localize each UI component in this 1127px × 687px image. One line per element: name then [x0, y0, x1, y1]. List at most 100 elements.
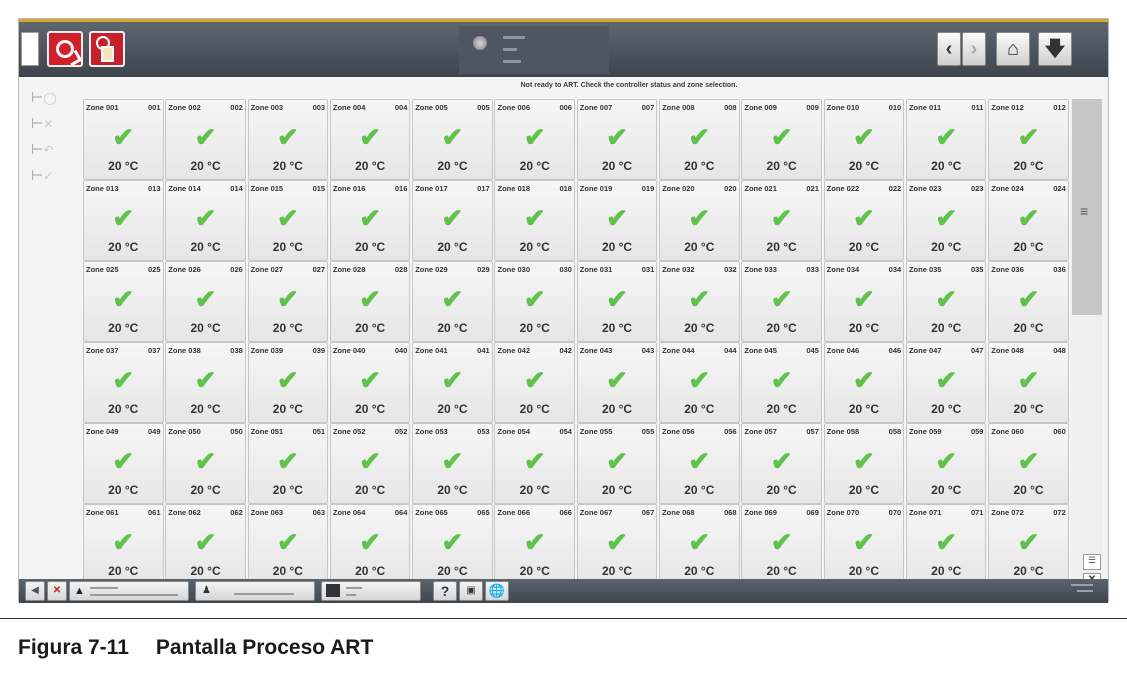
- zone-tile[interactable]: Zone 042 042 ✔ 20 °C: [494, 342, 575, 423]
- vertical-scrollbar[interactable]: ≡: [1071, 99, 1103, 589]
- back-button[interactable]: ‹: [937, 32, 961, 66]
- zone-tile[interactable]: Zone 002 002 ✔ 20 °C: [165, 99, 246, 180]
- zone-tile[interactable]: Zone 054 054 ✔ 20 °C: [494, 423, 575, 504]
- zone-tile[interactable]: Zone 028 028 ✔ 20 °C: [329, 261, 411, 342]
- zone-tile[interactable]: Zone 059 059 ✔ 20 °C: [905, 423, 987, 504]
- user-panel[interactable]: ♟: [195, 581, 315, 601]
- zone-tile[interactable]: Zone 037 037 ✔ 20 °C: [83, 342, 164, 423]
- zone-tile[interactable]: Zone 009 009 ✔ 20 °C: [741, 99, 822, 180]
- zone-tile[interactable]: Zone 023 023 ✔ 20 °C: [905, 180, 987, 261]
- zone-tile[interactable]: Zone 030 030 ✔ 20 °C: [494, 261, 575, 342]
- zone-tile[interactable]: Zone 072 072 ✔ 20 °C: [988, 504, 1069, 585]
- zone-tile[interactable]: Zone 045 045 ✔ 20 °C: [741, 342, 822, 423]
- zone-tile[interactable]: Zone 071 071 ✔ 20 °C: [905, 504, 987, 585]
- zone-tile[interactable]: Zone 050 050 ✔ 20 °C: [165, 423, 246, 504]
- zone-tile[interactable]: Zone 046 046 ✔ 20 °C: [823, 342, 905, 423]
- zone-tile[interactable]: Zone 015 015 ✔ 20 °C: [247, 180, 329, 261]
- zone-tile[interactable]: Zone 034 034 ✔ 20 °C: [823, 261, 905, 342]
- art-accept-tool[interactable]: ⊢✓: [25, 163, 69, 187]
- zone-tile[interactable]: Zone 047 047 ✔ 20 °C: [905, 342, 987, 423]
- zone-tile[interactable]: Zone 070 070 ✔ 20 °C: [823, 504, 905, 585]
- zone-tile[interactable]: Zone 068 068 ✔ 20 °C: [659, 504, 740, 585]
- zone-tile[interactable]: Zone 061 061 ✔ 20 °C: [83, 504, 164, 585]
- zone-tile[interactable]: Zone 060 060 ✔ 20 °C: [988, 423, 1069, 504]
- zone-tile[interactable]: Zone 049 049 ✔ 20 °C: [83, 423, 164, 504]
- side-tab-handle[interactable]: [21, 32, 39, 66]
- download-button[interactable]: 🡇: [1038, 32, 1072, 66]
- zone-tile[interactable]: Zone 044 044 ✔ 20 °C: [659, 342, 740, 423]
- zone-tile[interactable]: Zone 026 026 ✔ 20 °C: [165, 261, 246, 342]
- zone-code: 037: [147, 346, 161, 355]
- zone-tile[interactable]: Zone 055 055 ✔ 20 °C: [576, 423, 658, 504]
- zone-tile[interactable]: Zone 020 020 ✔ 20 °C: [659, 180, 740, 261]
- zone-tile[interactable]: Zone 040 040 ✔ 20 °C: [329, 342, 411, 423]
- zone-tile[interactable]: Zone 062 062 ✔ 20 °C: [165, 504, 246, 585]
- zone-tile[interactable]: Zone 021 021 ✔ 20 °C: [741, 180, 822, 261]
- zone-tile[interactable]: Zone 056 056 ✔ 20 °C: [659, 423, 740, 504]
- zone-tile[interactable]: Zone 031 031 ✔ 20 °C: [576, 261, 658, 342]
- alarm-reset-button[interactable]: ✕: [47, 581, 67, 601]
- zone-tile[interactable]: Zone 014 014 ✔ 20 °C: [165, 180, 246, 261]
- zone-tile[interactable]: Zone 066 066 ✔ 20 °C: [494, 504, 575, 585]
- art-undo-tool[interactable]: ⊢↶: [25, 137, 69, 161]
- art-start-tool[interactable]: ⊢◯: [25, 85, 69, 109]
- zone-tile[interactable]: Zone 063 063 ✔ 20 °C: [247, 504, 329, 585]
- zone-tile[interactable]: Zone 004 004 ✔ 20 °C: [329, 99, 411, 180]
- zone-tile[interactable]: Zone 007 007 ✔ 20 °C: [576, 99, 658, 180]
- zone-tile[interactable]: Zone 008 008 ✔ 20 °C: [659, 99, 740, 180]
- zone-tile[interactable]: Zone 053 053 ✔ 20 °C: [412, 423, 493, 504]
- mold-disable-button[interactable]: [89, 31, 125, 67]
- zone-tile[interactable]: Zone 024 024 ✔ 20 °C: [988, 180, 1069, 261]
- zone-tile[interactable]: Zone 011 011 ✔ 20 °C: [905, 99, 987, 180]
- alarm-panel[interactable]: ▲: [69, 581, 189, 601]
- zone-name: Zone 068: [662, 508, 695, 517]
- zone-tile[interactable]: Zone 057 057 ✔ 20 °C: [741, 423, 822, 504]
- zone-tile[interactable]: Zone 043 043 ✔ 20 °C: [576, 342, 658, 423]
- zone-tile[interactable]: Zone 069 069 ✔ 20 °C: [741, 504, 822, 585]
- zone-tile[interactable]: Zone 018 018 ✔ 20 °C: [494, 180, 575, 261]
- zone-tile[interactable]: Zone 005 005 ✔ 20 °C: [412, 99, 493, 180]
- zone-tile[interactable]: Zone 041 041 ✔ 20 °C: [412, 342, 493, 423]
- zone-tile[interactable]: Zone 058 058 ✔ 20 °C: [823, 423, 905, 504]
- zone-tile[interactable]: Zone 022 022 ✔ 20 °C: [823, 180, 905, 261]
- zone-tile[interactable]: Zone 035 035 ✔ 20 °C: [905, 261, 987, 342]
- check-icon: ✔: [194, 446, 217, 476]
- zone-tile[interactable]: Zone 006 006 ✔ 20 °C: [494, 99, 575, 180]
- zone-tile[interactable]: Zone 027 027 ✔ 20 °C: [247, 261, 329, 342]
- zone-tile[interactable]: Zone 019 019 ✔ 20 °C: [576, 180, 658, 261]
- forward-button[interactable]: ›: [962, 32, 986, 66]
- help-button[interactable]: ?: [433, 581, 457, 601]
- language-button[interactable]: 🌐: [485, 581, 509, 601]
- zone-tile[interactable]: Zone 038 038 ✔ 20 °C: [165, 342, 246, 423]
- zone-tile[interactable]: Zone 052 052 ✔ 20 °C: [329, 423, 411, 504]
- zone-tile[interactable]: Zone 029 029 ✔ 20 °C: [412, 261, 493, 342]
- list-view-icon[interactable]: ☰: [1083, 554, 1101, 570]
- zone-tile[interactable]: Zone 051 051 ✔ 20 °C: [247, 423, 329, 504]
- hamburger-menu-icon[interactable]: ≡: [1080, 203, 1088, 219]
- mute-button[interactable]: ◀: [25, 581, 45, 601]
- zone-tile[interactable]: Zone 025 025 ✔ 20 °C: [83, 261, 164, 342]
- zone-tile[interactable]: Zone 065 065 ✔ 20 °C: [412, 504, 493, 585]
- zone-name: Zone 020: [662, 184, 695, 193]
- mode-panel[interactable]: [321, 581, 421, 601]
- zone-tile[interactable]: Zone 010 010 ✔ 20 °C: [823, 99, 905, 180]
- zone-tile[interactable]: Zone 001 001 ✔ 20 °C: [83, 99, 164, 180]
- probe-icon: ⊢: [31, 115, 44, 131]
- controller-status-panel[interactable]: [459, 26, 609, 74]
- stop-process-button[interactable]: [47, 31, 83, 67]
- zone-tile[interactable]: Zone 013 013 ✔ 20 °C: [83, 180, 164, 261]
- home-button[interactable]: ⌂: [996, 32, 1030, 66]
- art-cancel-tool[interactable]: ⊢✕: [25, 111, 69, 135]
- zone-tile[interactable]: Zone 039 039 ✔ 20 °C: [247, 342, 329, 423]
- zone-tile[interactable]: Zone 012 012 ✔ 20 °C: [988, 99, 1069, 180]
- zone-tile[interactable]: Zone 017 017 ✔ 20 °C: [412, 180, 493, 261]
- screenshot-button[interactable]: ▣: [459, 581, 483, 601]
- zone-tile[interactable]: Zone 036 036 ✔ 20 °C: [988, 261, 1069, 342]
- zone-tile[interactable]: Zone 003 003 ✔ 20 °C: [247, 99, 329, 180]
- zone-tile[interactable]: Zone 032 032 ✔ 20 °C: [659, 261, 740, 342]
- zone-tile[interactable]: Zone 064 064 ✔ 20 °C: [329, 504, 411, 585]
- zone-tile[interactable]: Zone 033 033 ✔ 20 °C: [741, 261, 822, 342]
- zone-tile[interactable]: Zone 016 016 ✔ 20 °C: [329, 180, 411, 261]
- zone-tile[interactable]: Zone 048 048 ✔ 20 °C: [988, 342, 1069, 423]
- zone-tile[interactable]: Zone 067 067 ✔ 20 °C: [576, 504, 658, 585]
